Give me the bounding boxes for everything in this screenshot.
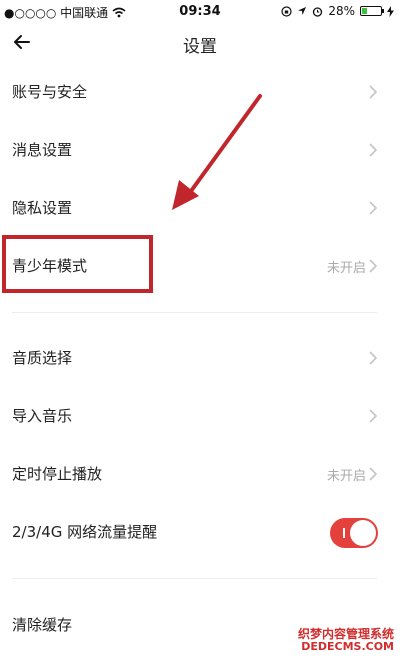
toggle-on-mark [343,528,345,538]
status-bar: ●○○○○ 中国联通 09:34 28% [0,0,400,24]
setting-data-alert: 2/3/4G 网络流量提醒 [0,504,400,562]
highlight-box [2,235,153,293]
chevron-right-icon [369,351,378,365]
location-icon [298,7,307,15]
setting-label: 导入音乐 [12,407,73,425]
watermark: 织梦内容管理系统 DEDECMS.COM [297,626,394,654]
alarm-icon [313,6,323,17]
battery-percent: 28% [328,4,355,18]
setting-privacy[interactable]: 隐私设置 [0,180,400,238]
battery-fill [362,8,368,14]
chevron-right-icon [369,409,378,423]
setting-label: 隐私设置 [12,199,73,217]
setting-sleep-timer[interactable]: 定时停止播放 未开启 [0,446,400,504]
setting-account-security[interactable]: 账号与安全 [0,64,400,122]
section-divider [12,312,377,313]
setting-import-music[interactable]: 导入音乐 [0,388,400,446]
setting-label: 2/3/4G 网络流量提醒 [12,523,158,541]
setting-label: 定时停止播放 [12,465,103,483]
chevron-right-icon [369,85,378,99]
watermark-line1: 织梦内容管理系统 [297,626,394,641]
chevron-right-icon [369,143,378,157]
chevron-right-icon [369,201,378,215]
rotation-lock-icon [281,5,292,17]
section-divider [12,578,377,579]
toggle-knob [350,520,376,546]
page-title: 设置 [183,37,217,57]
chevron-right-icon [369,467,378,481]
setting-label: 账号与安全 [12,83,88,101]
setting-label: 音质选择 [12,349,73,367]
nav-header: 设置 [0,24,400,64]
status-right: 28% [281,4,394,18]
setting-value: 未开启 [326,261,366,276]
setting-value: 未开启 [326,469,366,484]
watermark-line2: DEDECMS.COM [301,640,394,654]
setting-audio-quality[interactable]: 音质选择 [0,330,400,388]
battery-icon [360,6,384,16]
setting-message[interactable]: 消息设置 [0,122,400,180]
setting-label: 清除缓存 [12,616,73,634]
data-alert-toggle[interactable] [330,518,378,548]
chevron-right-icon [369,259,378,273]
charging-icon [387,5,394,17]
setting-label: 消息设置 [12,141,73,159]
